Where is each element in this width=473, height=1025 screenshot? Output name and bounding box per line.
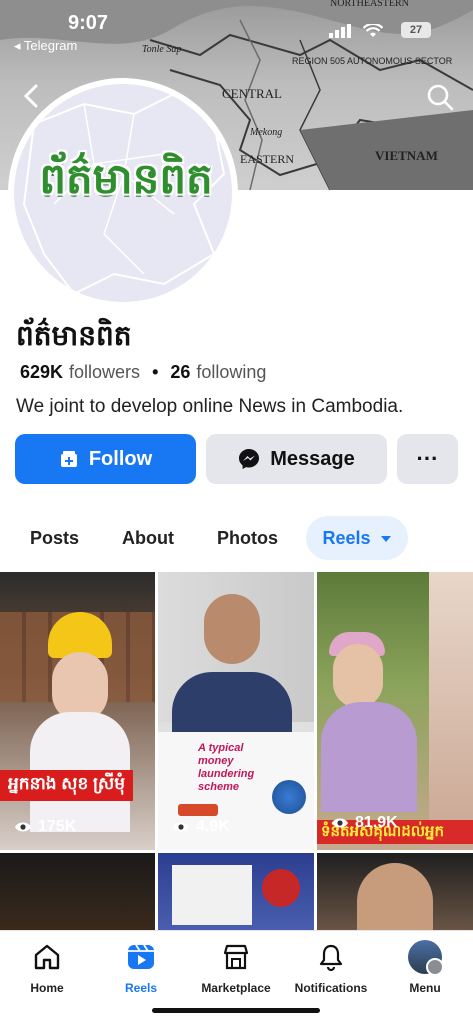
avatar-logo-text: ព័ត៌មានពិត [39, 155, 213, 202]
tab-posts[interactable]: Posts [30, 516, 79, 560]
reel-view-count: 4.9K [196, 818, 230, 835]
tab-photos[interactable]: Photos [217, 516, 278, 560]
reel-view-count: 175K [38, 818, 77, 835]
following-count[interactable]: 26 [170, 362, 190, 383]
nav-notifications[interactable]: Notifications [286, 939, 376, 995]
message-button[interactable]: Message [206, 434, 387, 484]
map-label: Mekong [249, 127, 282, 138]
separator-dot: • [152, 362, 159, 382]
reel-thumbnail[interactable]: A typical money laundering scheme 4.9K [158, 572, 314, 850]
reel-views: 81.9K [331, 814, 398, 832]
person-face [333, 644, 383, 708]
follow-stats: 629K followers • 26 following [20, 362, 266, 383]
nav-home-label: Home [30, 981, 64, 995]
tab-reels[interactable]: Reels [306, 516, 408, 560]
logo-circle [262, 869, 300, 907]
map-label: EASTERN [240, 152, 294, 166]
following-label[interactable]: following [196, 362, 266, 383]
more-dots-icon: ··· [416, 446, 439, 471]
tab-reels-label: Reels [322, 528, 371, 548]
message-button-label: Message [270, 447, 355, 470]
nav-marketplace-label: Marketplace [201, 981, 271, 995]
person-outfit [321, 702, 417, 812]
profile-tabs: Posts About Photos Reels [0, 516, 473, 560]
follow-button[interactable]: Follow [15, 434, 196, 484]
nav-reels-label: Reels [124, 981, 158, 995]
side-collage [429, 572, 473, 850]
wifi-icon [363, 24, 383, 37]
nav-menu[interactable]: Menu [380, 939, 470, 995]
reel-thumbnail[interactable] [317, 853, 473, 932]
back-to-telegram-link[interactable]: ◂ Telegram [14, 38, 77, 54]
followers-label[interactable]: followers [69, 362, 140, 383]
reel-thumbnail[interactable] [0, 853, 155, 932]
reel-caption: អ្នកនាង សុខ ស្រីមុំ [0, 770, 134, 801]
messenger-icon [239, 449, 260, 469]
globe-icon [272, 780, 306, 814]
reel-thumbnail[interactable]: អ្នកនាង សុខ ស្រីមុំ 175K [0, 572, 155, 850]
eye-icon [15, 822, 31, 832]
nav-home[interactable]: Home [2, 939, 92, 995]
follow-button-label: Follow [88, 447, 153, 470]
battery-indicator: 27 [401, 22, 431, 38]
reel-thumbnail[interactable]: ទំនិតអស់គុណដល់អ្នក 81.9K [317, 572, 473, 850]
person-face [357, 863, 433, 932]
follow-page-icon [60, 451, 77, 467]
home-indicator[interactable] [152, 1008, 320, 1013]
chevron-down-icon [380, 536, 391, 543]
search-icon[interactable] [425, 82, 455, 112]
reels-grid: អ្នកនាង សុខ ស្រីមុំ 175K A typical money… [0, 572, 473, 932]
status-time: 9:07 [68, 12, 109, 34]
nav-notifications-label: Notifications [294, 981, 368, 995]
nav-marketplace[interactable]: Marketplace [191, 939, 281, 995]
home-icon [34, 944, 60, 970]
page-bio: We joint to develop online News in Cambo… [16, 396, 404, 417]
news-screen [172, 865, 252, 925]
person-face [204, 594, 260, 664]
infographic-title: A typical money laundering scheme [198, 742, 255, 793]
map-label: VIETNAM [375, 148, 438, 163]
reels-icon [128, 944, 154, 969]
nav-menu-label: Menu [409, 981, 441, 995]
reel-thumbnail[interactable] [158, 853, 314, 932]
bell-icon [319, 944, 343, 972]
marketplace-icon [223, 944, 249, 970]
followers-count[interactable]: 629K [20, 362, 63, 383]
page-title: ព័ត៌មានពិត [16, 320, 132, 351]
cellular-signal-icon [329, 24, 351, 38]
eye-icon [173, 822, 189, 832]
more-options-button[interactable]: ··· [397, 434, 458, 484]
profile-avatar[interactable]: ព័ត៌មានពិត [14, 84, 232, 302]
reel-views: 175K [14, 818, 76, 836]
car-graphic [178, 804, 218, 816]
eye-icon [332, 818, 348, 828]
menu-badge-icon [426, 958, 444, 976]
reel-view-count: 81.9K [355, 814, 398, 831]
tab-about[interactable]: About [122, 516, 174, 560]
menu-avatar-icon [408, 940, 444, 976]
nav-reels[interactable]: Reels [96, 939, 186, 995]
reel-views: 4.9K [172, 818, 230, 836]
status-bar: 9:07 ◂ Telegram 27 [0, 0, 473, 60]
